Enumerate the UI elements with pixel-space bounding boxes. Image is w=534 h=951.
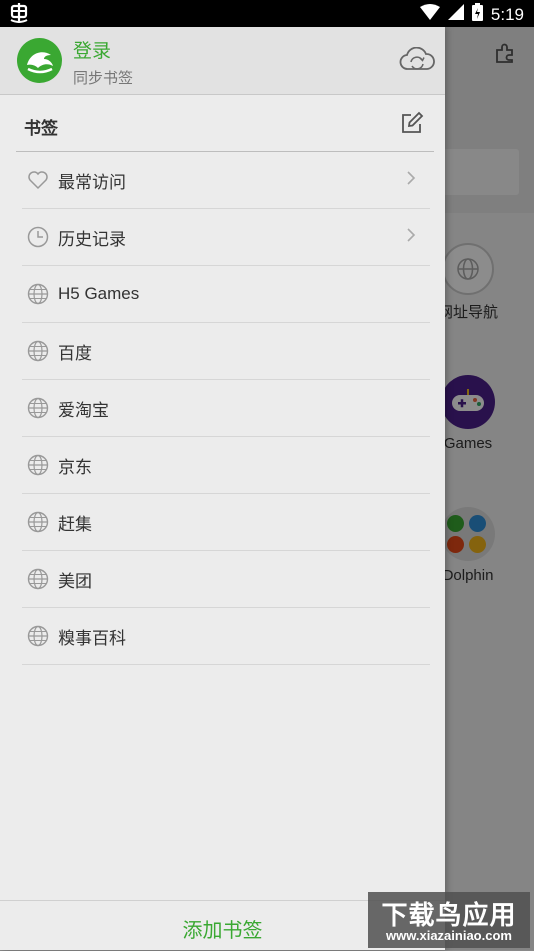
list-item-bookmark[interactable]: 赶集: [22, 494, 430, 551]
wifi-icon: [419, 4, 440, 25]
list-item-bookmark[interactable]: 爱淘宝: [22, 380, 430, 437]
list-item-most-visited[interactable]: 最常访问: [22, 152, 430, 209]
clock-icon: [27, 226, 49, 248]
globe-icon: [27, 454, 49, 476]
login-subtitle: 同步书签: [73, 70, 134, 87]
list-item-bookmark[interactable]: 糗事百科: [22, 608, 430, 665]
globe-icon: [27, 568, 49, 590]
watermark-logo: 下载鸟应用 www.xiazainiao.com: [368, 892, 530, 948]
bookmark-list: 最常访问 历史记录 H5 Games 百度 爱淘宝 京东 赶集 美团 糗事百科: [22, 152, 430, 665]
globe-icon: [27, 625, 49, 647]
list-item-label: 京东: [58, 457, 92, 477]
chevron-right-icon: [406, 170, 416, 191]
watermark-text: 下载鸟应用: [381, 900, 517, 930]
globe-icon: [27, 511, 49, 533]
chevron-right-icon: [406, 227, 416, 248]
list-item-label: 最常访问: [58, 172, 126, 192]
bookmarks-section-header: 书签: [0, 95, 445, 151]
list-item-label: H5 Games: [58, 284, 140, 303]
list-item-history[interactable]: 历史记录: [22, 209, 430, 266]
status-time: 5:19: [490, 4, 524, 24]
globe-icon: [27, 340, 49, 362]
dolphin-avatar-icon[interactable]: [17, 38, 62, 83]
battery-icon: [471, 3, 483, 26]
bookmark-drawer: 登录 同步书签 书签 最常访问 历史记录 H5 Games 百度 爱淘宝 京东 …: [0, 27, 445, 950]
list-item-bookmark[interactable]: 美团: [22, 551, 430, 608]
list-item-label: 历史记录: [58, 229, 126, 249]
list-item-label: 百度: [58, 343, 92, 363]
globe-icon: [27, 283, 49, 305]
signal-icon: [447, 4, 464, 25]
list-item-label: 糗事百科: [58, 628, 126, 648]
list-item-label: 美团: [58, 571, 92, 591]
status-bar: 5:19: [0, 0, 534, 27]
list-item-bookmark[interactable]: 百度: [22, 323, 430, 380]
heart-icon: [27, 169, 49, 191]
list-item-bookmark[interactable]: H5 Games: [22, 266, 430, 323]
login-title[interactable]: 登录: [73, 36, 111, 63]
watermark-url: www.xiazainiao.com: [386, 928, 512, 943]
bookmarks-title: 书签: [24, 119, 58, 138]
list-item-bookmark[interactable]: 京东: [22, 437, 430, 494]
drawer-header[interactable]: 登录 同步书签: [0, 27, 445, 95]
notification-bug-icon: [8, 3, 30, 28]
globe-icon: [27, 397, 49, 419]
edit-icon[interactable]: [400, 111, 424, 140]
list-item-label: 爱淘宝: [58, 400, 109, 420]
list-item-label: 赶集: [58, 514, 92, 534]
cloud-sync-icon[interactable]: [399, 46, 435, 78]
